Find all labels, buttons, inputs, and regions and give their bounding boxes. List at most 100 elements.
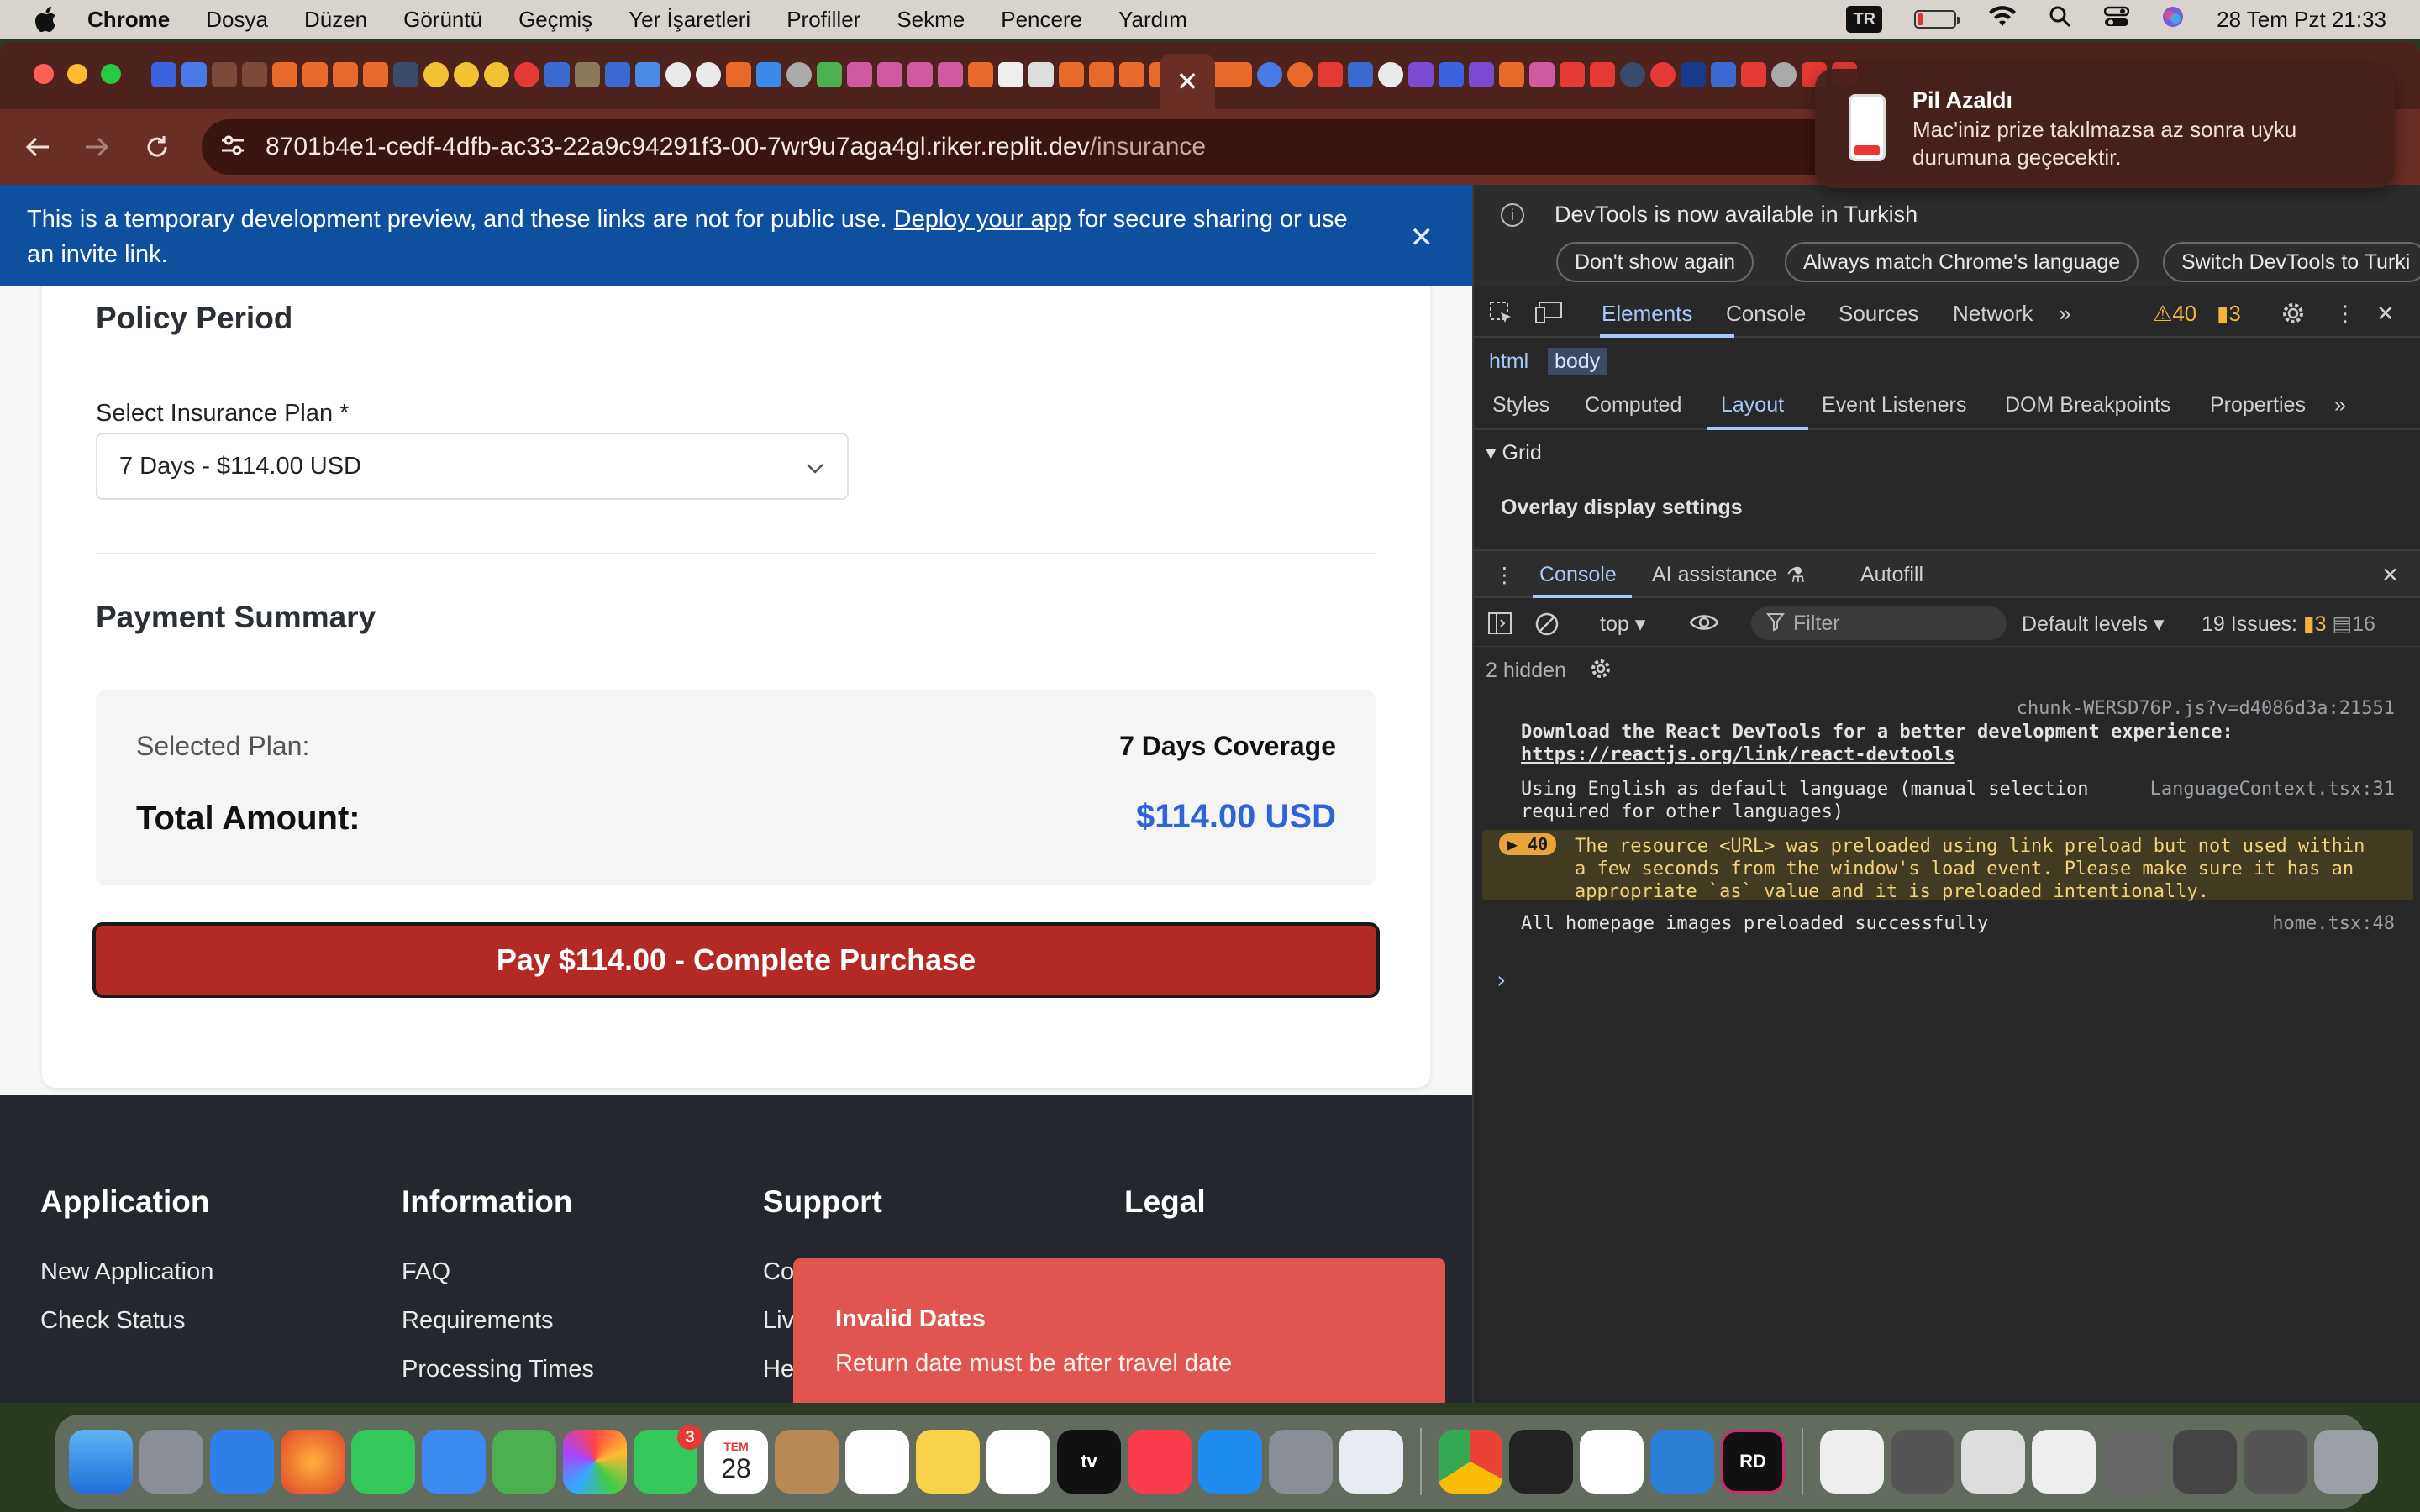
document-icon[interactable] bbox=[1820, 1430, 1884, 1494]
tab-favicon-icon[interactable] bbox=[1318, 62, 1343, 87]
recent-window-icon[interactable] bbox=[2032, 1430, 2096, 1494]
tab-console[interactable]: Console bbox=[1726, 301, 1806, 327]
recent-window-icon[interactable] bbox=[1961, 1430, 2025, 1494]
context-selector[interactable]: top ▾ bbox=[1600, 612, 1645, 637]
menu-view[interactable]: Görüntü bbox=[403, 7, 482, 33]
more-options-icon[interactable]: ⋮ bbox=[2334, 301, 2356, 327]
menu-profiles[interactable]: Profiller bbox=[786, 7, 860, 33]
tab-favicon-icon[interactable] bbox=[666, 62, 691, 87]
menu-history[interactable]: Geçmiş bbox=[518, 7, 592, 33]
tab-favicon-icon[interactable] bbox=[908, 62, 933, 87]
low-battery-notification[interactable]: Pil Azaldı Mac'iniz prize takılmazsa az … bbox=[1815, 69, 2395, 188]
console-settings-gear-icon[interactable] bbox=[1589, 657, 1612, 686]
tab-sources[interactable]: Sources bbox=[1839, 301, 1918, 327]
tab-favicon-icon[interactable] bbox=[393, 62, 418, 87]
console-filter-input[interactable]: Filter bbox=[1751, 606, 2007, 640]
trash-icon[interactable] bbox=[2314, 1430, 2378, 1494]
insurance-plan-select[interactable]: 7 Days - $114.00 USD bbox=[96, 433, 849, 500]
more-subtabs-icon[interactable]: » bbox=[2334, 393, 2346, 417]
menu-help[interactable]: Yardım bbox=[1118, 7, 1187, 33]
tab-favicon-icon[interactable] bbox=[182, 62, 207, 87]
tab-favicon-icon[interactable] bbox=[1257, 62, 1282, 87]
mail-icon[interactable] bbox=[422, 1430, 486, 1494]
tab-favicon-icon[interactable] bbox=[1378, 62, 1403, 87]
menu-chrome[interactable]: Chrome bbox=[87, 7, 170, 33]
close-window-button[interactable] bbox=[34, 64, 54, 84]
tab-favicon-icon[interactable] bbox=[212, 62, 237, 87]
close-tab-icon[interactable]: ✕ bbox=[1176, 66, 1199, 97]
subtab-layout[interactable]: Layout bbox=[1721, 393, 1784, 417]
tab-favicon-icon[interactable] bbox=[1287, 62, 1313, 87]
menu-window[interactable]: Pencere bbox=[1001, 7, 1082, 33]
footer-link-requirements[interactable]: Requirements bbox=[402, 1307, 594, 1335]
tab-favicon-icon[interactable] bbox=[1620, 62, 1645, 87]
unity-icon[interactable] bbox=[1580, 1430, 1644, 1494]
tab-favicon-icon[interactable] bbox=[1771, 62, 1797, 87]
switch-devtools-language-button[interactable]: Switch DevTools to Turki bbox=[2163, 242, 2420, 282]
footer-link-new-application[interactable]: New Application bbox=[40, 1258, 213, 1286]
vscode-icon[interactable] bbox=[1650, 1430, 1714, 1494]
tab-favicon-icon[interactable] bbox=[847, 62, 872, 87]
tab-favicon-icon[interactable] bbox=[454, 62, 479, 87]
match-chrome-language-button[interactable]: Always match Chrome's language bbox=[1785, 242, 2139, 282]
freeform-icon[interactable] bbox=[986, 1430, 1050, 1494]
tab-favicon-icon[interactable] bbox=[1227, 62, 1252, 87]
tab-favicon-icon[interactable] bbox=[1119, 62, 1144, 87]
menu-edit[interactable]: Düzen bbox=[304, 7, 367, 33]
calendar-icon[interactable]: TEM 28 bbox=[704, 1430, 768, 1494]
terminal-icon[interactable] bbox=[1509, 1430, 1573, 1494]
drawer-tab-ai-assistance[interactable]: AI assistance bbox=[1652, 563, 1777, 587]
maps-icon[interactable] bbox=[492, 1430, 556, 1494]
device-toolbar-icon[interactable] bbox=[1534, 301, 1563, 330]
minimize-window-button[interactable] bbox=[67, 64, 87, 84]
crumb-body[interactable]: body bbox=[1548, 348, 1607, 375]
drawer-tab-console[interactable]: Console bbox=[1539, 563, 1617, 587]
tab-favicon-icon[interactable] bbox=[938, 62, 963, 87]
system-settings-icon[interactable] bbox=[1269, 1430, 1333, 1494]
firefox-icon[interactable] bbox=[281, 1430, 345, 1494]
issues-counter[interactable]: ▮3 bbox=[2217, 301, 2241, 327]
messages-icon[interactable] bbox=[351, 1430, 415, 1494]
console-prompt-icon[interactable]: › bbox=[1494, 966, 1508, 994]
tab-favicon-icon[interactable] bbox=[514, 62, 539, 87]
safari-icon[interactable] bbox=[210, 1430, 274, 1494]
issues-link[interactable]: 19 Issues: ▮3 ▤16 bbox=[2202, 612, 2375, 637]
subtab-dom-breakpoints[interactable]: DOM Breakpoints bbox=[2005, 393, 2170, 417]
menu-file[interactable]: Dosya bbox=[206, 7, 268, 33]
subtab-event-listeners[interactable]: Event Listeners bbox=[1822, 393, 1966, 417]
tab-favicon-icon[interactable] bbox=[424, 62, 449, 87]
dont-show-again-button[interactable]: Don't show again bbox=[1556, 242, 1754, 282]
tab-favicon-icon[interactable] bbox=[877, 62, 902, 87]
pay-button[interactable]: Pay $114.00 - Complete Purchase bbox=[92, 922, 1380, 998]
facetime-icon[interactable]: 3 bbox=[634, 1425, 702, 1494]
spotlight-search-icon[interactable] bbox=[2049, 5, 2072, 34]
tab-favicon-icon[interactable] bbox=[1499, 62, 1524, 87]
reminders-icon[interactable] bbox=[845, 1430, 909, 1494]
github-icon[interactable] bbox=[998, 62, 1023, 87]
tab-favicon-icon[interactable] bbox=[1028, 62, 1054, 87]
message-source-link[interactable]: chunk-WERSD76P.js?v=d4086d3a:21551 bbox=[2017, 697, 2395, 720]
tab-favicon-icon[interactable] bbox=[1469, 62, 1494, 87]
drawer-tab-autofill[interactable]: Autofill bbox=[1860, 563, 1923, 587]
tab-favicon-icon[interactable] bbox=[302, 62, 328, 87]
tab-favicon-icon[interactable] bbox=[1439, 62, 1464, 87]
music-icon[interactable] bbox=[1128, 1430, 1192, 1494]
error-toast[interactable]: Invalid Dates Return date must be after … bbox=[793, 1258, 1445, 1403]
message-source-link[interactable]: home.tsx:48 bbox=[2272, 912, 2395, 935]
clear-console-icon[interactable] bbox=[1534, 612, 1560, 643]
chrome-icon[interactable] bbox=[1439, 1430, 1502, 1494]
react-devtools-link[interactable]: https://reactjs.org/link/react-devtools bbox=[1521, 744, 1955, 765]
wifi-icon[interactable] bbox=[1988, 5, 2017, 34]
live-expression-eye-icon[interactable] bbox=[1689, 612, 1719, 639]
app-store-icon[interactable] bbox=[1198, 1430, 1262, 1494]
tab-favicon-icon[interactable] bbox=[968, 62, 993, 87]
notes-icon[interactable] bbox=[916, 1430, 980, 1494]
close-devtools-icon[interactable]: ✕ bbox=[2376, 301, 2395, 327]
tab-favicon-icon[interactable] bbox=[1059, 62, 1084, 87]
recent-window-icon[interactable] bbox=[2102, 1430, 2166, 1494]
log-levels-dropdown[interactable]: Default levels ▾ bbox=[2022, 612, 2165, 637]
back-button[interactable] bbox=[18, 128, 57, 166]
tab-network[interactable]: Network bbox=[1953, 301, 2033, 327]
tab-favicon-icon[interactable] bbox=[242, 62, 267, 87]
rider-icon[interactable]: RD bbox=[1721, 1430, 1785, 1494]
